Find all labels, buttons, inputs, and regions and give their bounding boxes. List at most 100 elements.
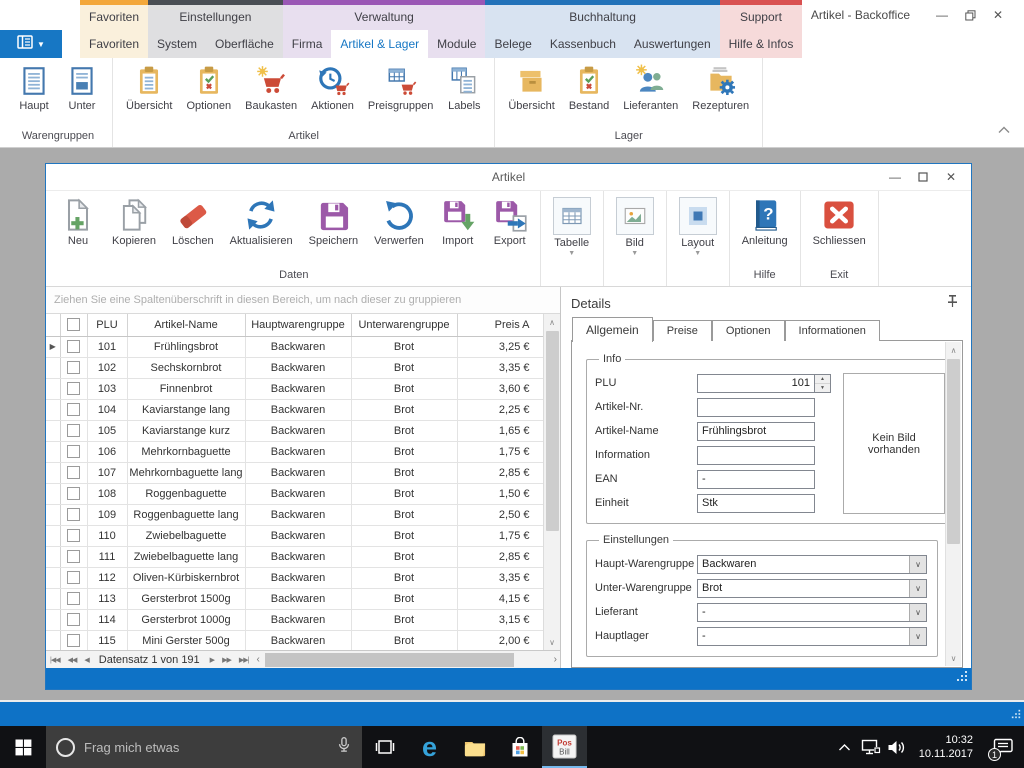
microphone-icon[interactable] xyxy=(336,736,352,759)
nav-first-button[interactable]: |◀◀ xyxy=(46,656,64,664)
select-all-checkbox[interactable] xyxy=(67,318,80,331)
app-menu-button[interactable]: ▼ xyxy=(0,30,62,58)
ribbon-item-ubersicht[interactable]: Übersicht xyxy=(501,63,561,113)
row-checkbox[interactable] xyxy=(67,403,80,416)
spinner-down-icon[interactable]: ▼ xyxy=(815,384,830,392)
table-row[interactable]: 105Kaviarstange kurzBackwarenBrot1,65 € xyxy=(46,420,543,441)
nav-prev-button[interactable]: ◀ xyxy=(80,656,92,664)
artikel-close-button[interactable]: ✕ xyxy=(937,167,965,187)
ribbon-tab-module[interactable]: Module xyxy=(428,30,485,58)
grid-scroll-thumb[interactable] xyxy=(546,331,559,531)
row-checkbox[interactable] xyxy=(67,613,80,626)
ribbon-item-ubersicht[interactable]: Übersicht xyxy=(119,63,179,113)
toolbar-item-export[interactable]: Export xyxy=(484,197,536,247)
toolbar-item-schliessen[interactable]: Schliessen xyxy=(805,197,874,247)
scroll-down-icon[interactable]: ∨ xyxy=(544,634,560,650)
dropdown-lieferant[interactable]: -∨ xyxy=(697,603,927,622)
resize-grip-icon[interactable] xyxy=(956,669,968,687)
table-row[interactable]: 112Oliven-KürbiskernbrotBackwarenBrot3,3… xyxy=(46,567,543,588)
scroll-up-icon[interactable]: ∧ xyxy=(946,342,961,358)
start-button[interactable] xyxy=(0,726,46,768)
chevron-down-icon[interactable]: ∨ xyxy=(909,604,926,621)
table-row[interactable]: 107Mehrkornbaguette langBackwarenBrot2,8… xyxy=(46,462,543,483)
nav-prev-page-button[interactable]: ◀◀ xyxy=(64,656,81,664)
toolbar-item-kopieren[interactable]: Kopieren xyxy=(104,197,164,247)
field-input-ean[interactable]: - xyxy=(697,470,815,489)
scroll-down-icon[interactable]: ∨ xyxy=(946,650,961,666)
ribbon-item-baukasten[interactable]: Baukasten xyxy=(238,63,304,113)
ribbon-tab-oberflache[interactable]: Oberfläche xyxy=(206,30,283,58)
dropdown-hauptlager[interactable]: -∨ xyxy=(697,627,927,646)
nav-next-button[interactable]: ▶ xyxy=(206,656,218,664)
table-row[interactable]: 109Roggenbaguette langBackwarenBrot2,50 … xyxy=(46,504,543,525)
toolbar-item-loschen[interactable]: Löschen xyxy=(164,197,222,247)
table-row[interactable]: ▶101FrühlingsbrotBackwarenBrot3,25 € xyxy=(46,336,543,357)
edge-browser-icon[interactable]: e xyxy=(407,726,452,768)
details-tab-allgemein[interactable]: Allgemein xyxy=(572,317,653,342)
column-header-plu[interactable]: PLU xyxy=(87,314,127,336)
field-input-plu[interactable]: 101 xyxy=(697,374,815,393)
store-icon[interactable] xyxy=(497,726,542,768)
table-row[interactable]: 111Zwiebelbaguette langBackwarenBrot2,85… xyxy=(46,546,543,567)
dropdown-haupt-warengruppe[interactable]: Backwaren∨ xyxy=(697,555,927,574)
details-tab-preise[interactable]: Preise xyxy=(653,320,712,341)
toolbar-item-import[interactable]: Import xyxy=(432,197,484,247)
close-button[interactable]: ✕ xyxy=(984,4,1012,26)
table-row[interactable]: 103FinnenbrotBackwarenBrot3,60 € xyxy=(46,378,543,399)
task-view-button[interactable] xyxy=(362,726,407,768)
plu-spinner[interactable]: ▲▼ xyxy=(815,374,831,393)
spinner-up-icon[interactable]: ▲ xyxy=(815,375,830,384)
ribbon-tab-kassenbuch[interactable]: Kassenbuch xyxy=(541,30,625,58)
details-tab-informationen[interactable]: Informationen xyxy=(785,320,880,341)
ribbon-item-rezepturen[interactable]: Rezepturen xyxy=(685,63,756,113)
row-checkbox[interactable] xyxy=(67,592,80,605)
artikel-window-titlebar[interactable]: Artikel — ✕ xyxy=(46,164,971,190)
volume-icon[interactable] xyxy=(884,726,910,768)
ribbon-tab-hilfe-infos[interactable]: Hilfe & Infos xyxy=(720,30,803,58)
row-checkbox[interactable] xyxy=(67,634,80,647)
chevron-down-icon[interactable]: ∨ xyxy=(909,580,926,597)
posbill-app-button[interactable]: PosBill xyxy=(542,726,587,768)
toolbar-item-layout[interactable]: Layout▼ xyxy=(671,197,725,257)
field-input-artikel-name[interactable]: Frühlingsbrot xyxy=(697,422,815,441)
toolbar-item-speichern[interactable]: Speichern xyxy=(301,197,367,247)
scroll-up-icon[interactable]: ∧ xyxy=(544,314,560,330)
table-row[interactable]: 108RoggenbaguetteBackwarenBrot1,50 € xyxy=(46,483,543,504)
ribbon-item-optionen[interactable]: Optionen xyxy=(179,63,238,113)
details-scroll-thumb[interactable] xyxy=(947,359,960,544)
table-row[interactable]: 104Kaviarstange langBackwarenBrot2,25 € xyxy=(46,399,543,420)
chevron-down-icon[interactable]: ∨ xyxy=(909,628,926,645)
table-row[interactable]: 114Gersterbrot 1000gBackwarenBrot3,15 € xyxy=(46,609,543,630)
row-checkbox[interactable] xyxy=(67,424,80,437)
table-row[interactable]: 110ZwiebelbaguetteBackwarenBrot1,75 € xyxy=(46,525,543,546)
grid-hscroll-thumb[interactable] xyxy=(265,653,514,667)
row-checkbox[interactable] xyxy=(67,445,80,458)
row-checkbox[interactable] xyxy=(67,340,80,353)
nav-next-page-button[interactable]: ▶▶ xyxy=(218,656,235,664)
toolbar-item-neu[interactable]: Neu xyxy=(52,197,104,247)
row-checkbox[interactable] xyxy=(67,529,80,542)
column-header-unterwarengruppe[interactable]: Unterwarengruppe xyxy=(351,314,457,336)
minimize-button[interactable]: — xyxy=(928,4,956,26)
taskbar-clock[interactable]: 10:32 10.11.2017 xyxy=(910,733,982,761)
row-checkbox[interactable] xyxy=(67,550,80,563)
field-input-einheit[interactable]: Stk xyxy=(697,494,815,513)
ribbon-item-bestand[interactable]: Bestand xyxy=(562,63,616,113)
row-checkbox[interactable] xyxy=(67,466,80,479)
tray-expand-icon[interactable] xyxy=(832,726,858,768)
row-checkbox[interactable] xyxy=(67,571,80,584)
row-checkbox[interactable] xyxy=(67,487,80,500)
artikel-minimize-button[interactable]: — xyxy=(881,167,909,187)
field-input-artikel-nr[interactable] xyxy=(697,398,815,417)
artikel-maximize-button[interactable] xyxy=(909,167,937,187)
grid-vertical-scrollbar[interactable]: ∧ ∨ xyxy=(543,314,560,650)
column-header-artikel-name[interactable]: Artikel-Name xyxy=(127,314,245,336)
ribbon-item-aktionen[interactable]: Aktionen xyxy=(304,63,361,113)
ribbon-item-haupt[interactable]: Haupt xyxy=(10,63,58,113)
ribbon-tab-firma[interactable]: Firma xyxy=(283,30,332,58)
toolbar-item-bild[interactable]: Bild▼ xyxy=(608,197,662,257)
dropdown-unter-warengruppe[interactable]: Brot∨ xyxy=(697,579,927,598)
ribbon-tab-artikel-lager[interactable]: Artikel & Lager xyxy=(331,30,428,58)
action-center-button[interactable]: 1 xyxy=(982,726,1024,768)
table-row[interactable]: 115Mini Gerster 500gBackwarenBrot2,00 € xyxy=(46,630,543,650)
